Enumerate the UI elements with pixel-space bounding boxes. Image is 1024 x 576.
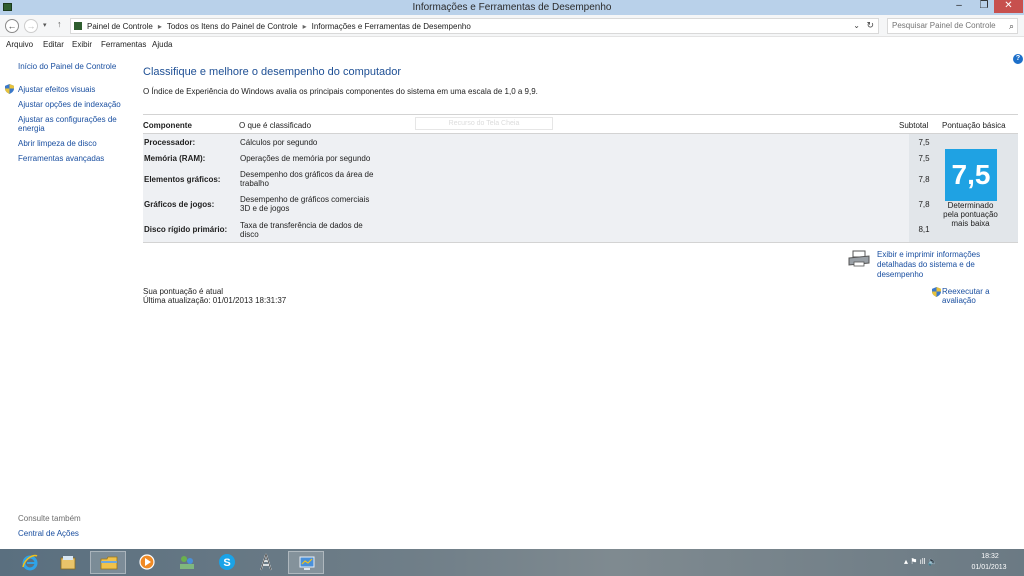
refresh-icon[interactable]: ↻ xyxy=(866,20,874,31)
search-icon[interactable]: ⌕ xyxy=(1009,21,1014,32)
subtotal-value: 7,8 xyxy=(918,175,930,184)
taskbar-media-player[interactable] xyxy=(129,551,165,574)
header-base-score: Pontuação básica xyxy=(942,121,1006,130)
menu-arquivo[interactable]: Arquivo xyxy=(6,40,33,49)
table-body: Processador: Cálculos por segundo 7,5 Me… xyxy=(143,134,939,243)
taskbar: S xyxy=(0,549,1024,576)
back-button[interactable]: ← xyxy=(5,19,19,33)
chevron-down-icon[interactable]: ⌄ xyxy=(853,21,860,30)
network-people-icon xyxy=(180,556,194,569)
maximize-button[interactable]: ❐ xyxy=(973,0,995,13)
tower-icon xyxy=(260,553,272,571)
clock-date[interactable]: 01/01/2013 xyxy=(968,564,1010,571)
subtotal-value: 7,5 xyxy=(918,138,930,147)
menu-ferramentas[interactable]: Ferramentas xyxy=(101,40,146,49)
control-panel-icon xyxy=(74,22,82,30)
subtotal-value: 7,5 xyxy=(918,154,930,163)
adjust-power-settings-link[interactable]: Ajustar as configurações de energia xyxy=(18,115,123,133)
skype-icon: S xyxy=(219,554,235,570)
shield-icon xyxy=(932,287,941,297)
control-panel-home-link[interactable]: Início do Painel de Controle xyxy=(18,62,116,71)
breadcrumb[interactable]: Painel de Controle ▸ Todos os Itens do Pai… xyxy=(70,18,879,34)
disk-cleanup-link[interactable]: Abrir limpeza de disco xyxy=(18,139,97,148)
table-header: Componente O que é classificado Recurso … xyxy=(143,114,1018,134)
score-table: Componente O que é classificado Recurso … xyxy=(143,114,1018,244)
shield-icon xyxy=(5,84,14,94)
component-name: Elementos gráficos: xyxy=(144,175,221,184)
component-name: Memória (RAM): xyxy=(144,154,206,163)
up-button[interactable]: ↑ xyxy=(57,19,62,29)
menu-editar[interactable]: Editar xyxy=(43,40,64,49)
last-update: Última atualização: 01/01/2013 18:31:37 xyxy=(143,296,287,305)
performance-monitor-icon xyxy=(299,556,315,570)
rated-description: Cálculos por segundo xyxy=(240,138,318,147)
subtotal-value: 8,1 xyxy=(918,225,930,234)
folder-icon xyxy=(100,556,118,570)
taskbar-library[interactable] xyxy=(50,551,86,574)
page-title: Classifique e melhore o desempenho do co… xyxy=(143,66,402,78)
taskbar-performance-window[interactable] xyxy=(288,551,324,574)
taskbar-file-explorer[interactable] xyxy=(90,551,126,574)
view-print-details-link[interactable]: Exibir e imprimir informações detalhadas… xyxy=(877,250,1018,280)
title-bar: Informações e Ferramentas de Desempenho … xyxy=(0,0,1024,15)
base-score-caption: Determinado pela pontuação mais baixa xyxy=(943,201,998,228)
taskbar-skype[interactable]: S xyxy=(209,551,245,574)
base-score-tile: 7,5 xyxy=(945,149,997,201)
chevron-right-icon[interactable]: ▸ xyxy=(158,22,162,31)
search-box[interactable]: ⌕ xyxy=(887,18,1018,34)
chevron-right-icon[interactable]: ▸ xyxy=(303,22,307,31)
header-component: Componente xyxy=(143,121,192,130)
recent-locations-icon[interactable]: ▾ xyxy=(43,21,47,29)
fullscreen-feature-button: Recurso do Tela Cheia xyxy=(415,117,553,130)
rated-description: Desempenho dos gráficos da área de traba… xyxy=(240,170,374,188)
svg-text:S: S xyxy=(223,557,230,569)
component-name: Gráficos de jogos: xyxy=(144,200,215,209)
page-description: O Índice de Experiência do Windows avali… xyxy=(143,87,538,96)
header-subtotal: Subtotal xyxy=(899,121,929,130)
address-bar: ← → ▾ ↑ Painel de Controle ▸ Todos os Iten… xyxy=(0,15,1024,37)
rated-description: Operações de memória por segundo xyxy=(240,154,371,163)
action-center-link[interactable]: Central de Ações xyxy=(18,529,79,538)
forward-button[interactable]: → xyxy=(24,19,38,33)
component-name: Processador: xyxy=(144,138,196,147)
rated-description: Taxa de transferência de dados de disco xyxy=(240,221,363,239)
taskbar-tower-app[interactable] xyxy=(248,551,284,574)
media-player-icon xyxy=(139,554,155,570)
search-input[interactable] xyxy=(892,21,1000,30)
base-score-panel: 7,5 Determinado pela pontuação mais baix… xyxy=(939,134,1018,243)
header-what-is-rated: O que é classificado xyxy=(239,121,312,130)
see-also-heading: Consulte também xyxy=(18,514,81,523)
minimize-button[interactable]: – xyxy=(948,0,970,13)
rated-description: Desempenho de gráficos comerciais 3D e d… xyxy=(240,195,370,213)
menu-exibir[interactable]: Exibir xyxy=(72,40,92,49)
taskbar-network-app[interactable] xyxy=(169,551,205,574)
adjust-visual-effects-link[interactable]: Ajustar efeitos visuais xyxy=(18,85,95,94)
breadcrumb-item[interactable]: Painel de Controle xyxy=(87,22,153,31)
library-icon xyxy=(60,556,76,570)
score-status: Sua pontuação é atual xyxy=(143,287,224,296)
breadcrumb-item[interactable]: Todos os Itens do Painel de Controle xyxy=(167,22,298,31)
printer-icon[interactable] xyxy=(848,250,870,267)
help-icon[interactable]: ? xyxy=(1013,54,1023,64)
adjust-indexing-link[interactable]: Ajustar opções de indexação xyxy=(18,100,121,109)
menu-bar: Arquivo Editar Exibir Ferramentas Ajuda xyxy=(0,38,1024,52)
breadcrumb-item[interactable]: Informações e Ferramentas de Desempenho xyxy=(312,22,471,31)
rerun-assessment-link[interactable]: Reexecutar a avaliação xyxy=(942,287,1024,305)
menu-ajuda[interactable]: Ajuda xyxy=(152,40,172,49)
component-name: Disco rígido primário: xyxy=(144,225,228,234)
advanced-tools-link[interactable]: Ferramentas avançadas xyxy=(18,154,104,163)
internet-explorer-icon xyxy=(22,554,38,571)
left-pane: Início do Painel de Controle Ajustar efe… xyxy=(0,53,130,546)
taskbar-internet-explorer[interactable] xyxy=(12,551,48,574)
system-tray-icons[interactable]: ▴ ⚑ ıll 🔈 xyxy=(904,557,938,566)
close-button[interactable]: ✕ xyxy=(994,0,1023,13)
subtotal-value: 7,8 xyxy=(918,200,930,209)
window-title: Informações e Ferramentas de Desempenho xyxy=(412,2,612,13)
clock-time[interactable]: 18:32 xyxy=(975,553,1005,560)
